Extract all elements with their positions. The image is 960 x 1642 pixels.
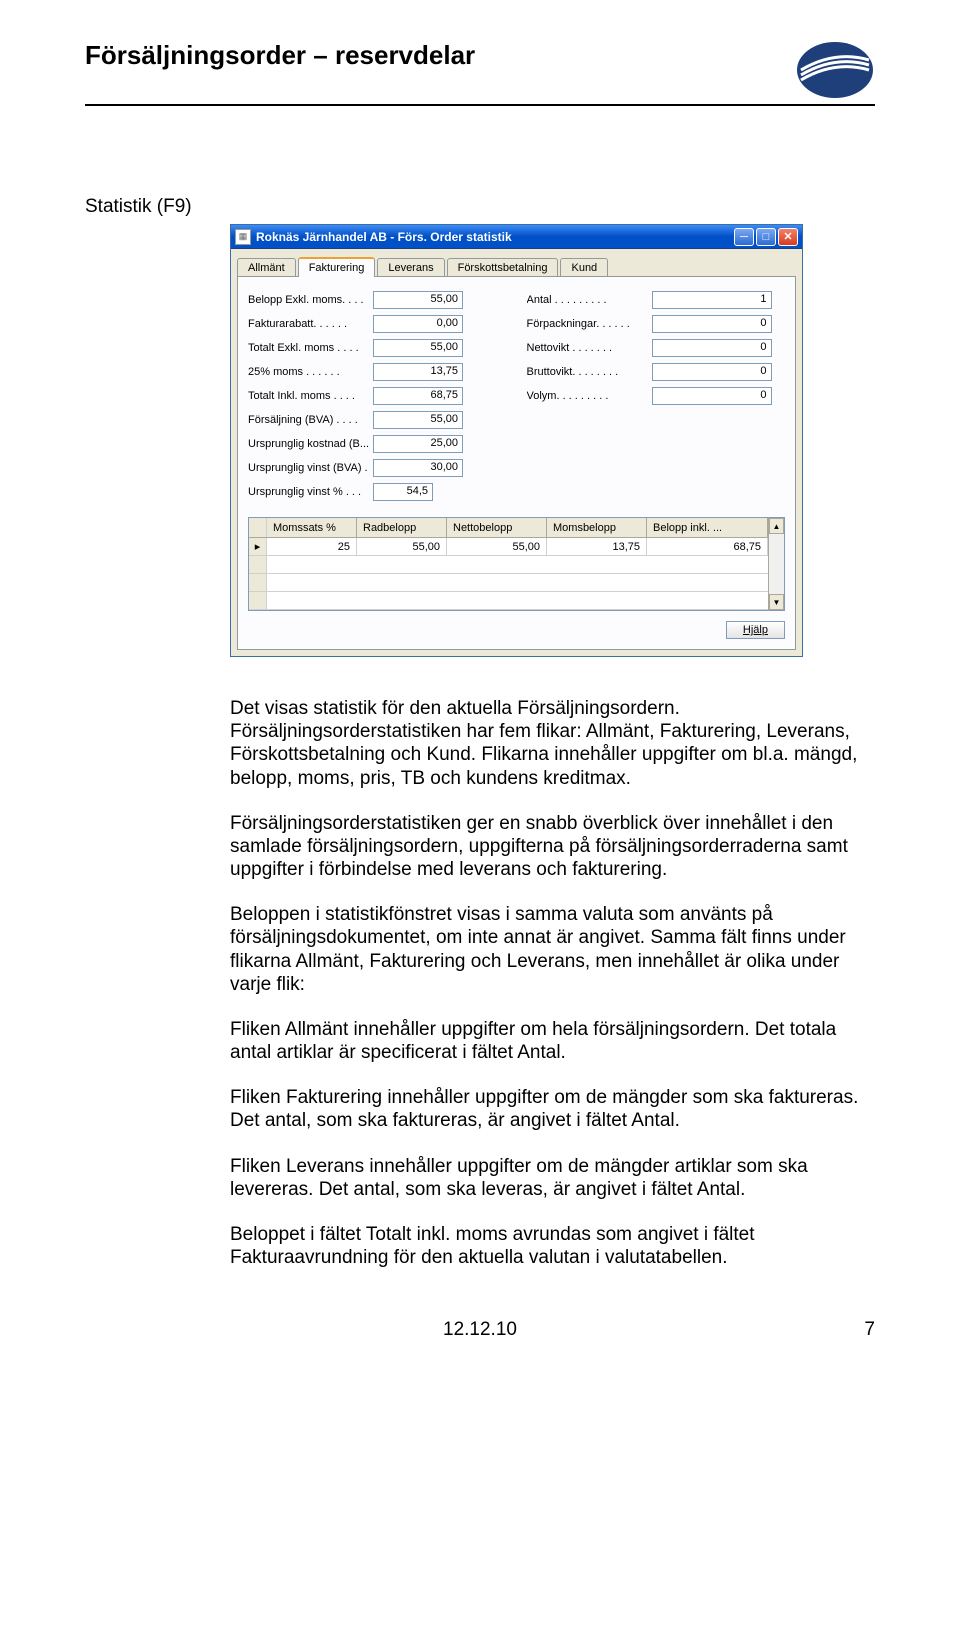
field-ursprunglig-vinst[interactable]: 30,00	[373, 459, 463, 477]
field-ursprunglig-vinst-pct[interactable]: 54,5	[373, 483, 433, 501]
field-label: Nettovikt . . . . . . .	[527, 342, 652, 354]
paragraph: Fliken Fakturering innehåller uppgifter …	[230, 1086, 875, 1132]
field-fakturarabatt[interactable]: 0,00	[373, 315, 463, 333]
app-icon: ▦	[235, 229, 251, 245]
grid-header-momssats[interactable]: Momssats %	[267, 518, 357, 537]
close-button[interactable]: ✕	[778, 228, 798, 246]
field-totalt-exkl-moms[interactable]: 55,00	[373, 339, 463, 357]
grid-cell: 13,75	[547, 538, 647, 555]
field-label: Totalt Inkl. moms . . . .	[248, 390, 373, 402]
paragraph: Försäljningsorderstatistiken ger en snab…	[230, 812, 875, 882]
field-label: Förpackningar. . . . . .	[527, 318, 652, 330]
tabstrip: Allmänt Fakturering Leverans Förskottsbe…	[237, 255, 796, 277]
window-body: Allmänt Fakturering Leverans Förskottsbe…	[231, 249, 802, 656]
field-label MET4.label: Volym. . . . . . . . .	[527, 390, 652, 402]
field-nettovikt[interactable]: 0	[652, 339, 772, 357]
field-antal[interactable]: 1	[652, 291, 772, 309]
tab-kund[interactable]: Kund	[560, 258, 608, 276]
field-bruttovikt[interactable]: 0	[652, 363, 772, 381]
window-titlebar: ▦ Roknäs Järnhandel AB - Förs. Order sta…	[231, 225, 802, 249]
field-forsaljning-bva[interactable]: 55,00	[373, 411, 463, 429]
section-label: Statistik (F9)	[85, 196, 875, 218]
field-label: 25% moms . . . . . .	[248, 366, 373, 378]
right-column: Antal . . . . . . . . .1 Förpackningar. …	[527, 289, 786, 505]
grid-header-belopp-inkl[interactable]: Belopp inkl. ...	[647, 518, 768, 537]
maximize-button[interactable]: □	[756, 228, 776, 246]
paragraph: Beloppet i fältet Totalt inkl. moms avru…	[230, 1223, 875, 1269]
field-ursprunglig-kostnad[interactable]: 25,00	[373, 435, 463, 453]
paragraph: Fliken Allmänt innehåller uppgifter om h…	[230, 1018, 875, 1064]
grid-cell: 55,00	[357, 538, 447, 555]
tab-panel: Belopp Exkl. moms. . . .55,00 Fakturarab…	[237, 277, 796, 650]
field-label: Belopp Exkl. moms. . . .	[248, 294, 373, 306]
grid-cell: 55,00	[447, 538, 547, 555]
grid-row-selector[interactable]: ▸	[249, 538, 267, 555]
field-label: Fakturarabatt. . . . . .	[248, 318, 373, 330]
grid-cell: 25	[267, 538, 357, 555]
body-text: Det visas statistik för den aktuella För…	[85, 697, 875, 1269]
logo	[795, 40, 875, 100]
grid-row-empty	[249, 592, 768, 610]
left-column: Belopp Exkl. moms. . . .55,00 Fakturarab…	[248, 289, 507, 505]
grid-row-empty	[249, 556, 768, 574]
tab-leverans[interactable]: Leverans	[377, 258, 444, 276]
paragraph: Fliken Leverans innehåller uppgifter om …	[230, 1155, 875, 1201]
field-forpackningar[interactable]: 0	[652, 315, 772, 333]
field-label: Försäljning (BVA) . . . .	[248, 414, 373, 426]
scroll-down-icon[interactable]: ▼	[769, 594, 784, 610]
field-label: Bruttovikt. . . . . . . .	[527, 366, 652, 378]
window-title: Roknäs Järnhandel AB - Förs. Order stati…	[256, 230, 734, 244]
field-volym[interactable]: 0	[652, 387, 772, 405]
grid-header-momsbelopp[interactable]: Momsbelopp	[547, 518, 647, 537]
data-grid: Momssats % Radbelopp Nettobelopp Momsbel…	[248, 517, 785, 611]
minimize-button[interactable]: ─	[734, 228, 754, 246]
page-footer: 12.12.10 7	[85, 1319, 875, 1341]
field-label: Ursprunglig vinst % . . .	[248, 486, 373, 498]
tab-fakturering[interactable]: Fakturering	[298, 257, 376, 277]
field-belopp-exkl-moms[interactable]: 55,00	[373, 291, 463, 309]
footer-date: 12.12.10	[115, 1319, 845, 1341]
page-header: Försäljningsorder – reservdelar	[85, 40, 875, 106]
tab-allmant[interactable]: Allmänt	[237, 258, 296, 276]
footer-page-number: 7	[845, 1319, 875, 1341]
grid-scrollbar[interactable]: ▲ ▼	[768, 518, 784, 610]
screenshot-container: ▦ Roknäs Järnhandel AB - Förs. Order sta…	[85, 224, 875, 657]
field-label: Ursprunglig kostnad (B...	[248, 438, 373, 450]
window-buttons: ─ □ ✕	[734, 228, 798, 246]
page-title: Försäljningsorder – reservdelar	[85, 40, 475, 71]
field-totalt-inkl-moms[interactable]: 68,75	[373, 387, 463, 405]
grid-row-selector-header	[249, 518, 267, 537]
field-25-moms[interactable]: 13,75	[373, 363, 463, 381]
help-button[interactable]: Hjälp	[726, 621, 785, 639]
grid-header-radbelopp[interactable]: Radbelopp	[357, 518, 447, 537]
grid-row-empty	[249, 574, 768, 592]
grid-row[interactable]: ▸ 25 55,00 55,00 13,75 68,75	[249, 538, 768, 556]
field-label: Antal . . . . . . . . .	[527, 294, 652, 306]
paragraph: Det visas statistik för den aktuella För…	[230, 697, 875, 790]
paragraph: Beloppen i statistikfönstret visas i sam…	[230, 903, 875, 996]
field-label: Ursprunglig vinst (BVA) .	[248, 462, 373, 474]
grid-header-nettobelopp[interactable]: Nettobelopp	[447, 518, 547, 537]
tab-forskottsbetalning[interactable]: Förskottsbetalning	[447, 258, 559, 276]
window: ▦ Roknäs Järnhandel AB - Förs. Order sta…	[230, 224, 803, 657]
grid-cell: 68,75	[647, 538, 768, 555]
scroll-up-icon[interactable]: ▲	[769, 518, 784, 534]
field-label: Totalt Exkl. moms . . . .	[248, 342, 373, 354]
